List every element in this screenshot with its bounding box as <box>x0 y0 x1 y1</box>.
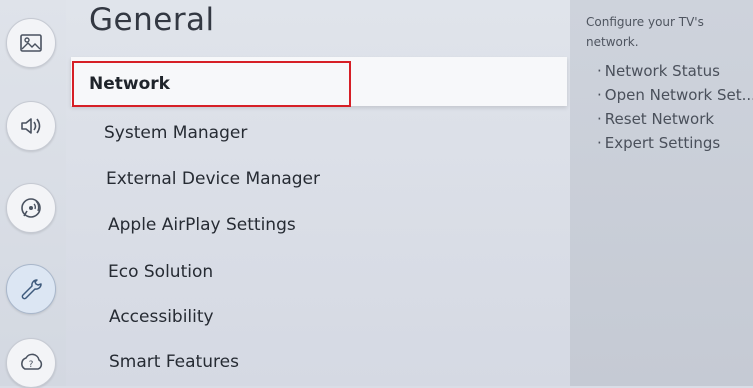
picture-category[interactable] <box>6 18 56 68</box>
info-option: Open Network Set... <box>597 86 753 104</box>
menu-item-eco-solution[interactable]: Eco Solution <box>108 262 213 282</box>
support-category[interactable]: ? <box>6 338 56 388</box>
info-option: Expert Settings <box>597 134 720 152</box>
menu-item-smart-features[interactable]: Smart Features <box>109 352 239 372</box>
sound-icon <box>21 118 41 134</box>
menu-item-external-device-manager[interactable]: External Device Manager <box>106 169 320 189</box>
category-sidebar: ? <box>0 0 67 388</box>
wrench-icon <box>21 279 42 300</box>
menu-item-system-manager[interactable]: System Manager <box>104 123 247 143</box>
general-category[interactable] <box>6 264 56 314</box>
page-title: General <box>89 2 215 38</box>
broadcasting-category[interactable] <box>6 183 56 233</box>
menu-item-apple-airplay-settings[interactable]: Apple AirPlay Settings <box>108 215 296 235</box>
menu-item-accessibility[interactable]: Accessibility <box>109 307 214 327</box>
info-option: Reset Network <box>597 110 714 128</box>
sound-category[interactable] <box>6 101 56 151</box>
info-panel: Configure your TV's network. Network Sta… <box>570 0 753 386</box>
focus-highlight <box>72 61 351 107</box>
broadcasting-icon <box>21 198 41 218</box>
info-description: Configure your TV's network. <box>586 15 704 49</box>
support-icon: ? <box>21 353 43 370</box>
info-option: Network Status <box>597 62 720 80</box>
svg-text:?: ? <box>29 360 34 370</box>
picture-icon <box>20 34 42 52</box>
general-panel: General Network System Manager External … <box>66 0 570 386</box>
